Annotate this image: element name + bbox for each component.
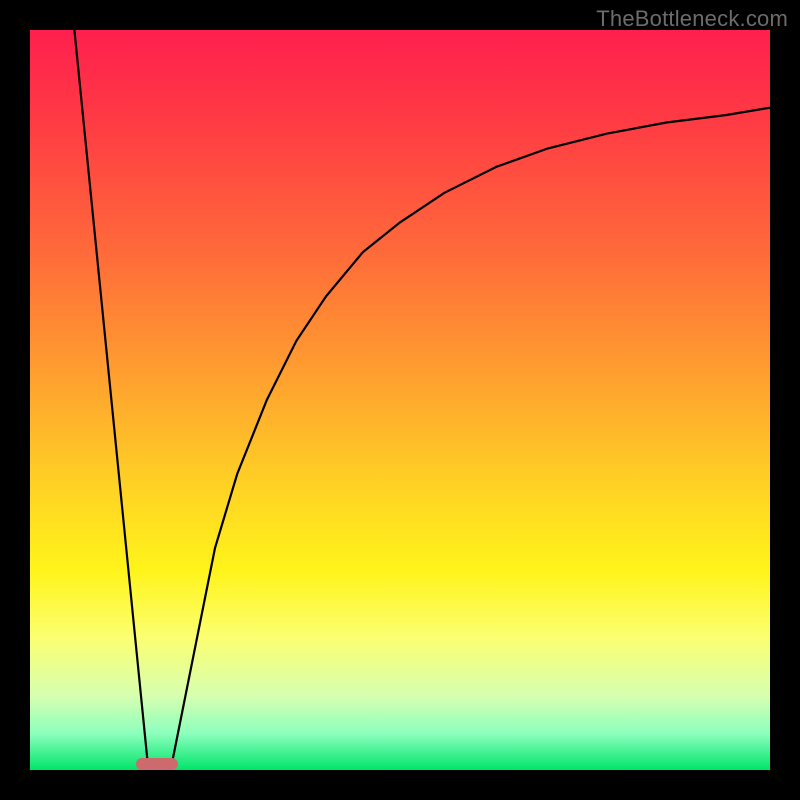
plot-area <box>30 30 770 770</box>
bottleneck-curve <box>30 30 770 770</box>
curve-path <box>74 30 770 770</box>
optimal-marker <box>136 758 178 770</box>
chart-container: TheBottleneck.com <box>0 0 800 800</box>
watermark-text: TheBottleneck.com <box>596 6 788 32</box>
